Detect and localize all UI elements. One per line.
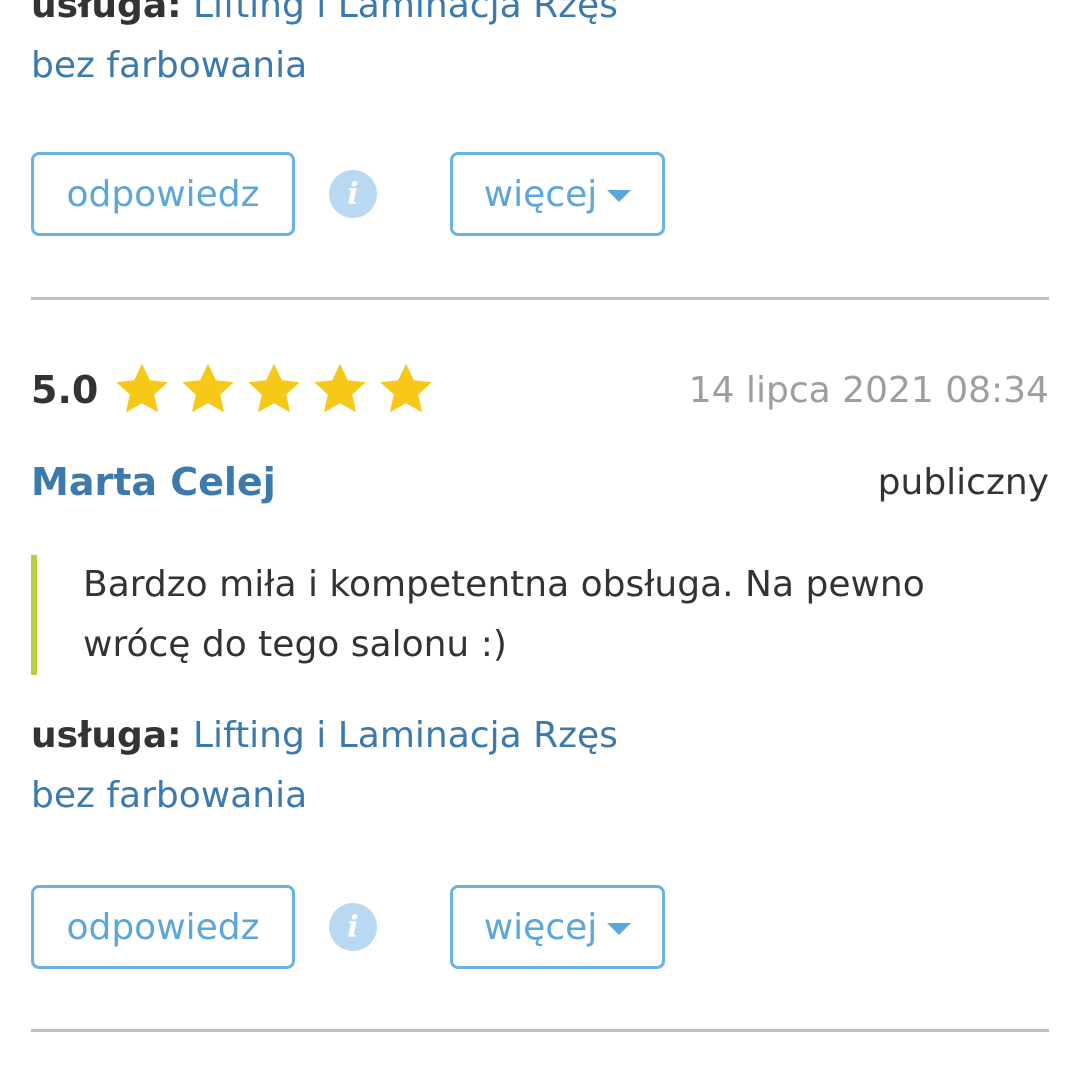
- service-name-link[interactable]: Lifting i Laminacja Rzęs: [193, 0, 618, 26]
- review-date: 14 lipca 2021 08:34: [688, 369, 1049, 411]
- review-actions: odpowiedz i więcej: [31, 885, 665, 969]
- review-text-block: Bardzo miła i kompetentna obsługa. Na pe…: [31, 555, 1031, 675]
- review-author[interactable]: Marta Celej: [31, 460, 276, 504]
- rating: 5.0: [31, 360, 436, 420]
- star-icon: [380, 363, 433, 413]
- more-button[interactable]: więcej: [450, 885, 665, 969]
- reply-button[interactable]: odpowiedz: [31, 152, 295, 236]
- info-icon[interactable]: i: [329, 903, 377, 951]
- service-name-link[interactable]: Lifting i Laminacja Rzęs: [193, 715, 618, 756]
- rating-value: 5.0: [31, 368, 99, 412]
- review-author-row: Marta Celej publiczny: [31, 452, 1049, 512]
- more-button[interactable]: więcej: [450, 152, 665, 236]
- review-divider: [31, 297, 1049, 300]
- star-icon: [248, 363, 301, 413]
- service-label: usługa:: [31, 715, 182, 756]
- caret-down-icon: [607, 190, 632, 202]
- review-text-line: Bardzo miła i kompetentna obsługa. Na pe…: [83, 564, 925, 605]
- service-line: usługa: Lifting i Laminacja Rzęs: [31, 0, 1049, 36]
- reply-button[interactable]: odpowiedz: [31, 885, 295, 969]
- review-header: 5.0 14 lipca 2021 08:34: [31, 358, 1049, 422]
- service-line: usługa: Lifting i Laminacja Rzęs: [31, 706, 1049, 766]
- more-button-label: więcej: [483, 173, 598, 215]
- service-label: usługa:: [31, 0, 182, 26]
- previous-review-service: usługa: Lifting i Laminacja Rzęs bez far…: [31, 0, 1049, 96]
- reply-button-label: odpowiedz: [66, 173, 260, 215]
- reply-button-label: odpowiedz: [66, 906, 260, 948]
- service-line-continued: bez farbowania: [31, 36, 1049, 96]
- more-button-label: więcej: [483, 906, 598, 948]
- review-divider: [31, 1029, 1049, 1032]
- review-text-line: wrócę do tego salonu :): [83, 624, 507, 665]
- service-name-link-continued[interactable]: bez farbowania: [31, 775, 307, 816]
- previous-review-actions: odpowiedz i więcej: [31, 152, 665, 236]
- star-icon: [116, 363, 169, 413]
- info-icon[interactable]: i: [329, 170, 377, 218]
- review-service: usługa: Lifting i Laminacja Rzęs bez far…: [31, 706, 1049, 826]
- review-visibility: publiczny: [877, 461, 1049, 503]
- service-name-link-continued[interactable]: bez farbowania: [31, 45, 307, 86]
- caret-down-icon: [607, 923, 632, 935]
- star-icon: [182, 363, 235, 413]
- rating-stars: [112, 360, 436, 420]
- star-icon: [314, 363, 367, 413]
- service-line-continued: bez farbowania: [31, 766, 1049, 826]
